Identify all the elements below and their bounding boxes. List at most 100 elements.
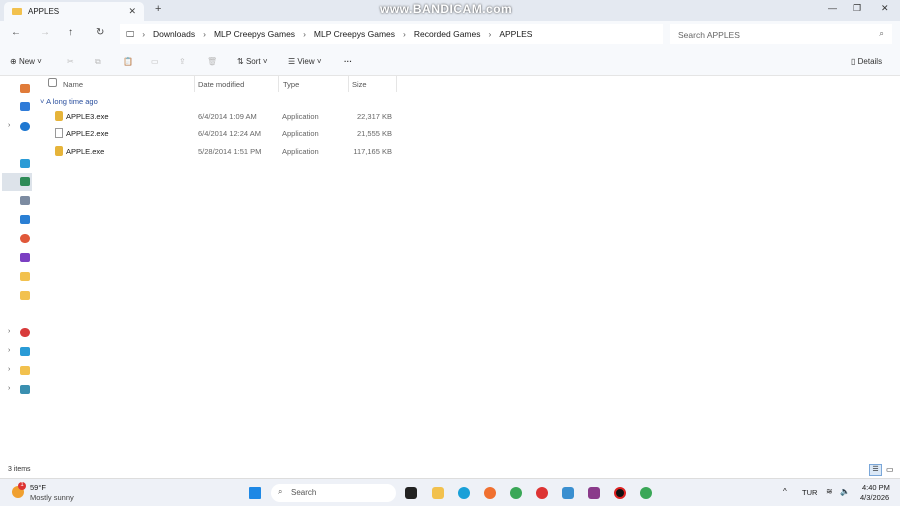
app-icon xyxy=(55,111,63,121)
bandicam-icon[interactable] xyxy=(614,487,626,499)
music-icon[interactable] xyxy=(20,234,30,243)
item-count: 3 items xyxy=(8,466,31,473)
file-name: APPLE2.exe xyxy=(66,129,109,138)
paste-icon[interactable]: 📋 xyxy=(123,57,133,66)
search-icon: ⌕ xyxy=(879,28,884,38)
taskbar-search[interactable]: ⌕ Search xyxy=(271,484,396,502)
file-date: 5/28/2014 1:51 PM xyxy=(198,147,262,156)
tab-apples[interactable]: APPLES ✕ xyxy=(4,2,144,21)
share-icon[interactable]: ⇪ xyxy=(179,57,186,66)
new-button[interactable]: ⊕ New ˅ xyxy=(10,57,42,66)
taskbar: 1 59°F Mostly sunny ⌕ Search ^ TUR ≋ 🔈 4:… xyxy=(0,478,900,506)
pictures-icon[interactable] xyxy=(20,215,30,224)
weather-text: Mostly sunny xyxy=(30,493,74,502)
tiles-view-toggle[interactable]: ▭ xyxy=(886,465,894,474)
search-placeholder: Search APPLES xyxy=(678,30,740,40)
details-view-toggle[interactable]: ☰ xyxy=(869,464,882,476)
search-input[interactable]: Search APPLES ⌕ xyxy=(670,24,892,44)
refresh-icon[interactable]: ↻ xyxy=(96,27,104,38)
app-icon[interactable] xyxy=(562,487,574,499)
temperature: 59°F xyxy=(30,483,46,492)
details-button[interactable]: ▯ Details xyxy=(851,57,882,66)
firefox-icon[interactable] xyxy=(484,487,496,499)
navigation-pane: › › › › › xyxy=(0,76,34,466)
network-icon[interactable] xyxy=(20,385,30,394)
volume-icon[interactable]: 🔈 xyxy=(840,487,850,496)
column-date[interactable]: Date modified xyxy=(198,80,244,89)
folder-icon xyxy=(12,8,22,15)
crumb[interactable]: APPLES xyxy=(499,29,532,39)
crumb[interactable]: Downloads xyxy=(153,29,195,39)
folder-icon[interactable] xyxy=(20,366,30,375)
forward-icon[interactable]: → xyxy=(40,27,50,38)
file-name: APPLE.exe xyxy=(66,147,105,156)
file-type: Application xyxy=(282,129,319,138)
copy-icon[interactable]: ⧉ xyxy=(95,57,101,67)
file-icon xyxy=(55,128,63,138)
clock-date[interactable]: 4/3/2026 xyxy=(860,493,889,502)
view-button[interactable]: ☰ View ˅ xyxy=(288,57,322,66)
file-row[interactable]: APPLE3.exe 6/4/2014 1:09 AM Application … xyxy=(50,108,400,124)
tab-title: APPLES xyxy=(28,7,60,16)
up-icon[interactable]: ↑ xyxy=(68,27,73,38)
cut-icon[interactable]: ✂ xyxy=(67,57,74,66)
desktop-icon[interactable] xyxy=(20,159,30,168)
file-row[interactable]: APPLE.exe 5/28/2014 1:51 PM Application … xyxy=(50,143,400,159)
column-size[interactable]: Size xyxy=(352,80,367,89)
tray-chevron-icon[interactable]: ^ xyxy=(783,487,787,496)
wifi-icon[interactable]: ≋ xyxy=(826,487,833,496)
select-all-checkbox[interactable] xyxy=(48,78,57,87)
edge-icon[interactable] xyxy=(458,487,470,499)
file-explorer-icon[interactable] xyxy=(432,487,444,499)
column-name[interactable]: Name xyxy=(63,80,83,89)
chrome-icon[interactable] xyxy=(640,487,652,499)
sort-button[interactable]: ⇅ Sort ˅ xyxy=(237,57,268,66)
search-label: Search xyxy=(291,488,317,497)
more-button[interactable]: ··· xyxy=(344,57,352,66)
language[interactable]: TUR xyxy=(802,488,817,497)
crumb[interactable]: MLP Creepys Games xyxy=(314,29,395,39)
task-view-icon[interactable] xyxy=(405,487,417,499)
new-tab-button[interactable]: + xyxy=(155,3,161,15)
crumb[interactable]: Recorded Games xyxy=(414,29,481,39)
onedrive-icon[interactable] xyxy=(20,122,30,131)
group-header[interactable]: ˅ A long time ago xyxy=(40,97,98,106)
file-row[interactable]: APPLE2.exe 6/4/2014 12:24 AM Application… xyxy=(50,125,400,141)
winrar-icon[interactable] xyxy=(588,487,600,499)
title-bar: APPLES ✕ + www.BANDICAM.com — ❐ ✕ xyxy=(0,0,900,21)
rename-icon[interactable]: ▭ xyxy=(151,57,159,66)
videos-icon[interactable] xyxy=(20,253,30,262)
restore-button[interactable]: ❐ xyxy=(853,3,861,14)
chrome-icon[interactable] xyxy=(510,487,522,499)
clock-time[interactable]: 4:40 PM xyxy=(862,483,890,492)
file-size: 117,165 KB xyxy=(353,147,392,156)
crumb[interactable]: MLP Creepys Games xyxy=(214,29,295,39)
mega-icon[interactable] xyxy=(536,487,548,499)
back-icon[interactable]: ← xyxy=(11,27,21,38)
start-icon[interactable] xyxy=(249,487,261,499)
weather-badge: 1 xyxy=(18,482,26,490)
file-date: 6/4/2014 12:24 AM xyxy=(198,129,261,138)
this-pc-icon[interactable]: 🖵 xyxy=(126,29,134,40)
minimize-button[interactable]: — xyxy=(828,3,837,13)
file-name: APPLE3.exe xyxy=(66,112,109,121)
downloads-icon[interactable] xyxy=(20,177,30,186)
nav-bar: ← → ↑ ↻ 🖵 › Downloads › MLP Creepys Games ›… xyxy=(0,21,900,47)
documents-icon[interactable] xyxy=(20,196,30,205)
breadcrumb[interactable]: 🖵 › Downloads › MLP Creepys Games › MLP Cre… xyxy=(120,24,663,44)
file-date: 6/4/2014 1:09 AM xyxy=(198,112,257,121)
close-tab-icon[interactable]: ✕ xyxy=(128,6,136,17)
gallery-icon[interactable] xyxy=(20,102,30,111)
home-icon[interactable] xyxy=(20,84,30,93)
column-type[interactable]: Type xyxy=(283,80,299,89)
folder-icon[interactable] xyxy=(20,272,30,281)
this-pc-icon[interactable] xyxy=(20,347,30,356)
delete-icon[interactable]: 🗑 xyxy=(207,57,217,66)
close-button[interactable]: ✕ xyxy=(881,3,889,14)
mega-icon[interactable] xyxy=(20,328,30,337)
file-type: Application xyxy=(282,112,319,121)
folder-icon[interactable] xyxy=(20,291,30,300)
file-size: 21,555 KB xyxy=(356,129,392,138)
command-bar: ⊕ New ˅ ✂ ⧉ 📋 ▭ ⇪ 🗑 ⇅ Sort ˅ ☰ View ˅ ··… xyxy=(0,47,900,76)
watermark: www.BANDICAM.com xyxy=(380,2,513,16)
